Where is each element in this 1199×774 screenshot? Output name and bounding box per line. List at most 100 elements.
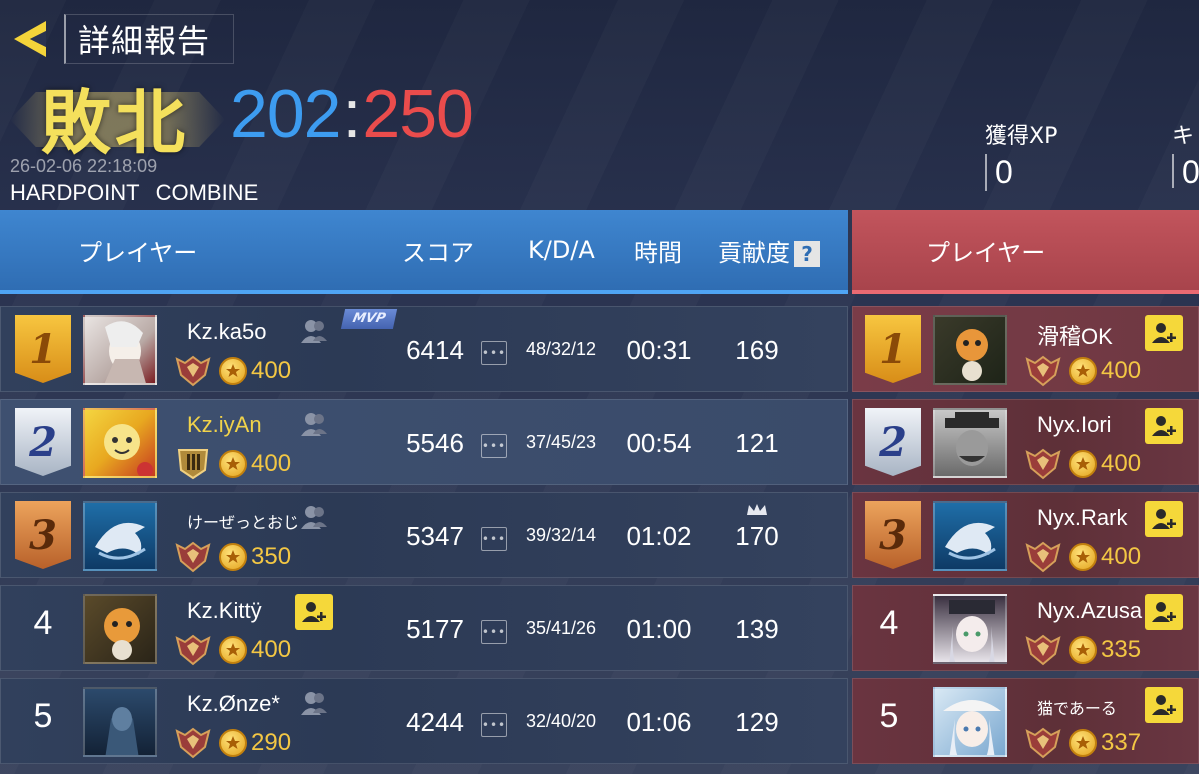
table-row[interactable]: 2 Nyx.Iori 400	[852, 399, 1199, 485]
player-name: Nyx.Iori	[1037, 412, 1112, 437]
rank-emblem-icon	[1025, 355, 1061, 387]
avatar[interactable]	[83, 408, 157, 478]
coin-icon	[219, 543, 247, 571]
table-row[interactable]: 1 滑稽OK 400	[852, 306, 1199, 392]
player-name: Kz.Kittÿ	[187, 598, 262, 623]
friend-icon[interactable]	[299, 503, 329, 531]
coin-icon	[219, 450, 247, 478]
rank-emblem-icon	[1025, 634, 1061, 666]
avatar[interactable]	[933, 315, 1007, 385]
table-row[interactable]: 3 けーぜっとおじ 350 5347 ••• 39/32/14 01:02 17…	[0, 492, 848, 578]
coin-icon	[1069, 543, 1097, 571]
match-score: 202 : 250	[230, 74, 474, 154]
add-friend-icon	[1152, 416, 1176, 436]
xp-label: 獲得XP	[985, 124, 1058, 149]
col-score: スコア	[402, 238, 474, 267]
more-details-button[interactable]: •••	[481, 341, 507, 365]
avatar[interactable]	[83, 687, 157, 757]
add-friend-button[interactable]	[1145, 315, 1183, 351]
rank-emblem-icon	[175, 541, 211, 573]
rank-number: 4	[33, 604, 53, 642]
rank-number: 5	[879, 697, 899, 735]
rank-badge: 3	[15, 501, 71, 569]
rank-badge: 2	[15, 408, 71, 476]
add-friend-button[interactable]	[295, 594, 333, 630]
mvp-badge: MVP	[340, 309, 398, 329]
help-icon[interactable]: ?	[794, 240, 820, 267]
player-score: 6414	[406, 335, 464, 365]
map-name: COMBINE	[155, 180, 259, 205]
coin-icon	[219, 357, 247, 385]
more-details-button[interactable]: •••	[481, 527, 507, 551]
rank-number: 4	[879, 604, 899, 642]
player-contribution: 169	[735, 335, 779, 365]
player-points: 400	[1101, 357, 1142, 384]
avatar[interactable]	[933, 408, 1007, 478]
table-row[interactable]: 1 Kz.ka5o 400 MVP 6414 ••• 48/32/12 00:3…	[0, 306, 848, 392]
friend-icon[interactable]	[299, 410, 329, 438]
avatar[interactable]	[83, 501, 157, 571]
player-contribution: 129	[735, 707, 779, 737]
table-row[interactable]: 5 猫であーる 337	[852, 678, 1199, 764]
more-details-button[interactable]: •••	[481, 620, 507, 644]
back-button[interactable]	[6, 14, 54, 64]
rank-emblem-icon	[175, 634, 211, 666]
match-result: 敗北	[0, 72, 230, 164]
add-friend-icon	[1152, 509, 1176, 529]
second-stat-value: 0.	[1172, 154, 1199, 188]
player-points: 337	[1101, 729, 1142, 756]
player-name: Nyx.Rark	[1037, 505, 1128, 530]
friend-icon[interactable]	[299, 317, 329, 345]
score-separator: :	[342, 76, 361, 152]
rank-emblem-icon	[1025, 448, 1061, 480]
add-friend-button[interactable]	[1145, 408, 1183, 444]
match-timestamp: 26-02-06 22:18:09	[10, 156, 158, 176]
blue-team-header: プレイヤー スコア K/D/A 時間 貢献度?	[0, 210, 848, 294]
rank-emblem-icon	[1025, 727, 1061, 759]
player-score: 5347	[406, 521, 464, 551]
avatar[interactable]	[933, 687, 1007, 757]
avatar-image	[104, 321, 146, 383]
xp-stat: 獲得XP 0	[985, 118, 1058, 191]
add-friend-button[interactable]	[1145, 501, 1183, 537]
table-row[interactable]: 3 Nyx.Rark 400	[852, 492, 1199, 578]
avatar[interactable]	[933, 594, 1007, 664]
table-row[interactable]: 4 Nyx.Azusa 335	[852, 585, 1199, 671]
more-details-button[interactable]: •••	[481, 434, 507, 458]
avatar[interactable]	[83, 594, 157, 664]
blue-score: 202	[230, 76, 341, 152]
shark-logo-icon	[945, 522, 996, 560]
crown-icon	[747, 504, 767, 515]
avatar-image	[945, 412, 999, 466]
table-row[interactable]: 2 Kz.iyAn 400 5546 ••• 37/45/23 00:54 12…	[0, 399, 848, 485]
second-stat: キ 0.	[1172, 118, 1199, 188]
avatar-image	[104, 424, 153, 476]
match-mode: HARDPOINT COMBINE	[10, 180, 274, 206]
red-team-header: プレイヤー	[852, 210, 1199, 294]
col-player: プレイヤー	[78, 238, 198, 267]
col-kda: K/D/A	[528, 236, 595, 264]
player-score: 5177	[406, 614, 464, 644]
more-details-button[interactable]: •••	[481, 713, 507, 737]
table-row[interactable]: 4 Kz.Kittÿ 400 5177 ••• 35/41/26 01:00 1…	[0, 585, 848, 671]
add-friend-icon	[1152, 695, 1176, 715]
add-friend-button[interactable]	[1145, 687, 1183, 723]
rank-emblem-icon	[1025, 541, 1061, 573]
add-friend-button[interactable]	[1145, 594, 1183, 630]
friend-icon[interactable]	[299, 689, 329, 717]
player-points: 400	[251, 450, 292, 477]
coin-icon	[1069, 636, 1097, 664]
add-friend-icon	[302, 602, 326, 622]
player-name: Kz.ka5o	[187, 319, 267, 344]
avatar[interactable]	[933, 501, 1007, 571]
player-points: 350	[251, 543, 292, 570]
add-friend-icon	[1152, 323, 1176, 343]
player-points: 400	[251, 357, 292, 384]
table-row[interactable]: 5 Kz.Ønze* 290 4244 ••• 32/40/20 01:06 1…	[0, 678, 848, 764]
player-points: 400	[251, 636, 292, 663]
avatar[interactable]	[83, 315, 157, 385]
player-name: 猫であーる	[1037, 701, 1117, 718]
coin-icon	[219, 636, 247, 664]
col-contribution: 貢献度?	[718, 233, 820, 268]
player-kda: 32/40/20	[525, 711, 597, 731]
